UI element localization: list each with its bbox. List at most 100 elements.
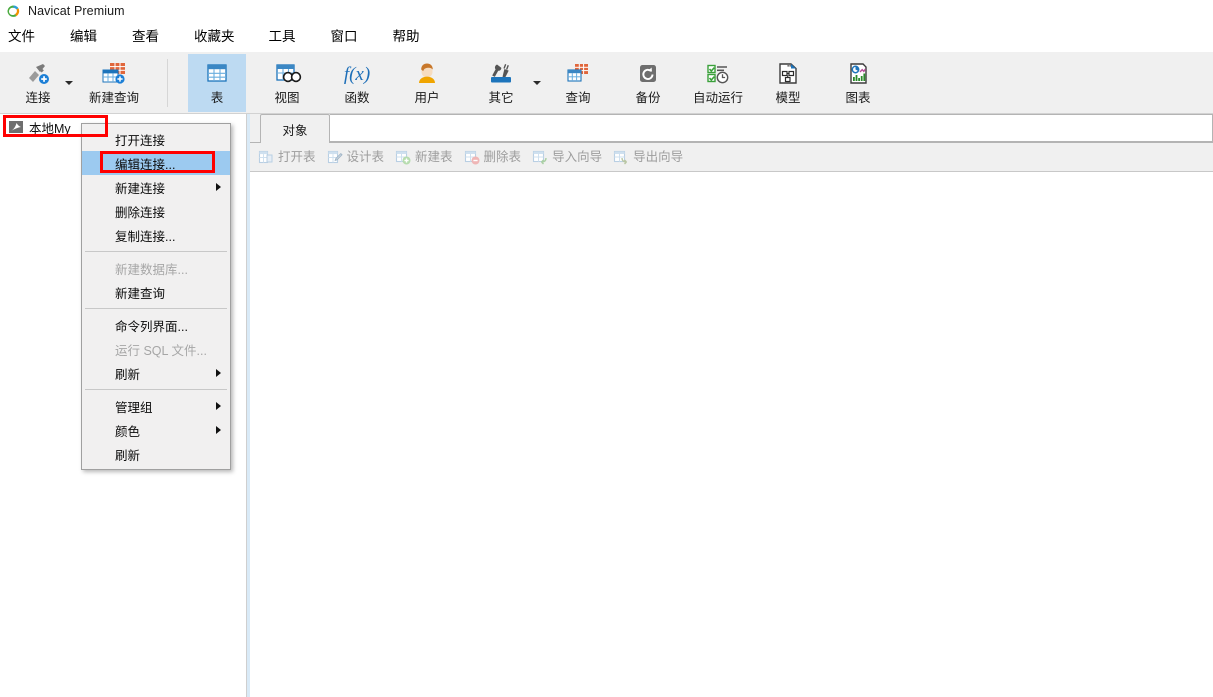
import-wizard-button[interactable]: 导入向导 <box>532 149 602 165</box>
design-table-icon <box>327 149 343 165</box>
menu-file[interactable]: 文件 <box>6 27 37 47</box>
submenu-arrow-icon <box>216 369 221 377</box>
ctx-copy-connection[interactable]: 复制连接... <box>82 223 230 247</box>
ctx-manage-group[interactable]: 管理组 <box>82 394 230 418</box>
new-table-icon <box>395 149 411 165</box>
ctx-new-database: 新建数据库... <box>82 256 230 280</box>
object-list-canvas <box>250 172 1213 697</box>
design-table-button[interactable]: 设计表 <box>327 149 385 165</box>
menu-view[interactable]: 查看 <box>130 27 161 47</box>
tab-object[interactable]: 对象 <box>260 114 330 143</box>
delete-table-button[interactable]: 删除表 <box>464 149 522 165</box>
ctx-console-label: 命令列界面... <box>115 319 188 334</box>
export-wizard-button[interactable]: 导出向导 <box>613 149 683 165</box>
ctx-open-connection[interactable]: 打开连接 <box>82 127 230 151</box>
connection-context-menu: 打开连接 编辑连接... 新建连接 删除连接 复制连接... 新建数据库... … <box>81 123 231 470</box>
model-icon <box>771 59 805 89</box>
toolbar-automation-button[interactable]: 自动运行 <box>689 54 747 112</box>
ctx-refresh[interactable]: 刷新 <box>82 442 230 466</box>
connection-dropdown-caret-icon[interactable] <box>64 78 74 88</box>
ctx-refresh-label: 刷新 <box>115 448 141 463</box>
other-dropdown-caret-icon[interactable] <box>532 78 542 88</box>
open-table-button[interactable]: 打开表 <box>258 149 316 165</box>
toolbar-chart-label: 图表 <box>845 91 871 105</box>
ctx-new-query-label: 新建查询 <box>115 286 166 301</box>
menu-favorites[interactable]: 收藏夹 <box>192 27 237 47</box>
context-menu-separator <box>85 389 227 390</box>
user-icon <box>410 59 444 89</box>
ctx-new-connection[interactable]: 新建连接 <box>82 175 230 199</box>
mysql-connection-icon <box>8 119 24 135</box>
tree-item-connection[interactable]: 本地My <box>8 118 71 136</box>
ctx-color[interactable]: 颜色 <box>82 418 230 442</box>
window-title: Navicat Premium <box>28 3 125 18</box>
ctx-delete-connection[interactable]: 删除连接 <box>82 199 230 223</box>
toolbar-other-button[interactable]: 其它 <box>472 54 530 112</box>
title-bar: Navicat Premium <box>0 0 1213 22</box>
import-wizard-label: 导入向导 <box>552 149 603 164</box>
ctx-new-query[interactable]: 新建查询 <box>82 280 230 304</box>
menu-tools[interactable]: 工具 <box>267 27 298 47</box>
function-icon: f(x) <box>340 59 374 89</box>
toolbar-backup-label: 备份 <box>635 91 661 105</box>
connection-icon <box>21 59 55 89</box>
submenu-arrow-icon <box>216 402 221 410</box>
menu-help[interactable]: 帮助 <box>391 27 422 47</box>
ctx-open-connection-label: 打开连接 <box>115 133 166 148</box>
design-table-label: 设计表 <box>346 149 385 164</box>
menu-window[interactable]: 窗口 <box>329 27 360 47</box>
navicat-logo-icon <box>6 4 21 19</box>
navicat-window: Navicat Premium 文件 编辑 查看 收藏夹 工具 窗口 帮助 连接… <box>0 0 1213 697</box>
ctx-copy-connection-label: 复制连接... <box>115 229 176 244</box>
menu-bar: 文件 编辑 查看 收藏夹 工具 窗口 帮助 <box>0 22 1213 52</box>
ctx-refresh-sub[interactable]: 刷新 <box>82 361 230 385</box>
ctx-edit-connection[interactable]: 编辑连接... <box>82 151 230 175</box>
toolbar-model-label: 模型 <box>775 91 801 105</box>
view-icon <box>270 59 304 89</box>
ctx-console[interactable]: 命令列界面... <box>82 313 230 337</box>
toolbar-query-button[interactable]: 查询 <box>549 54 607 112</box>
toolbar-connection-button[interactable]: 连接 <box>9 54 67 112</box>
toolbar-table-label: 表 <box>210 91 224 105</box>
toolbar-user-label: 用户 <box>414 91 440 105</box>
delete-table-label: 删除表 <box>483 149 522 164</box>
export-wizard-label: 导出向导 <box>633 149 684 164</box>
main-content-area: 对象 打开表 设计表 新建表 删除表 导入向导 导出向导 <box>250 114 1213 697</box>
ctx-new-database-label: 新建数据库... <box>115 262 188 277</box>
toolbar-chart-button[interactable]: 图表 <box>829 54 887 112</box>
object-toolbar: 打开表 设计表 新建表 删除表 导入向导 导出向导 <box>250 143 1213 172</box>
toolbar-user-button[interactable]: 用户 <box>398 54 456 112</box>
toolbar-view-button[interactable]: 视图 <box>258 54 316 112</box>
ctx-delete-connection-label: 删除连接 <box>115 205 166 220</box>
tree-item-connection-label: 本地My <box>29 121 71 136</box>
ctx-manage-group-label: 管理组 <box>115 400 153 415</box>
delete-table-icon <box>464 149 480 165</box>
new-table-button[interactable]: 新建表 <box>395 149 453 165</box>
new-query-icon <box>97 59 131 89</box>
chart-icon <box>841 59 875 89</box>
toolbar-view-label: 视图 <box>274 91 300 105</box>
toolbar-backup-button[interactable]: 备份 <box>619 54 677 112</box>
query-icon <box>561 59 595 89</box>
toolbar-new-query-button[interactable]: 新建查询 <box>84 54 144 112</box>
tab-strip: 对象 <box>250 114 1213 143</box>
automation-icon <box>701 59 735 89</box>
table-icon <box>200 59 234 89</box>
toolbar-other-label: 其它 <box>488 91 514 105</box>
submenu-arrow-icon <box>216 426 221 434</box>
ctx-edit-connection-label: 编辑连接... <box>115 157 176 172</box>
toolbar-table-button[interactable]: 表 <box>188 54 246 112</box>
toolbar-model-button[interactable]: 模型 <box>759 54 817 112</box>
ctx-run-sql-file: 运行 SQL 文件... <box>82 337 230 361</box>
context-menu-separator <box>85 308 227 309</box>
ctx-color-label: 颜色 <box>115 424 141 439</box>
backup-icon <box>631 59 665 89</box>
toolbar-function-button[interactable]: f(x) 函数 <box>328 54 386 112</box>
toolbar-connection-label: 连接 <box>25 91 51 105</box>
tab-strip-filler <box>330 114 1213 142</box>
open-table-icon <box>258 149 274 165</box>
context-menu-separator <box>85 251 227 252</box>
toolbar-function-label: 函数 <box>344 91 370 105</box>
svg-text:f(x): f(x) <box>344 64 370 85</box>
menu-edit[interactable]: 编辑 <box>68 27 99 47</box>
